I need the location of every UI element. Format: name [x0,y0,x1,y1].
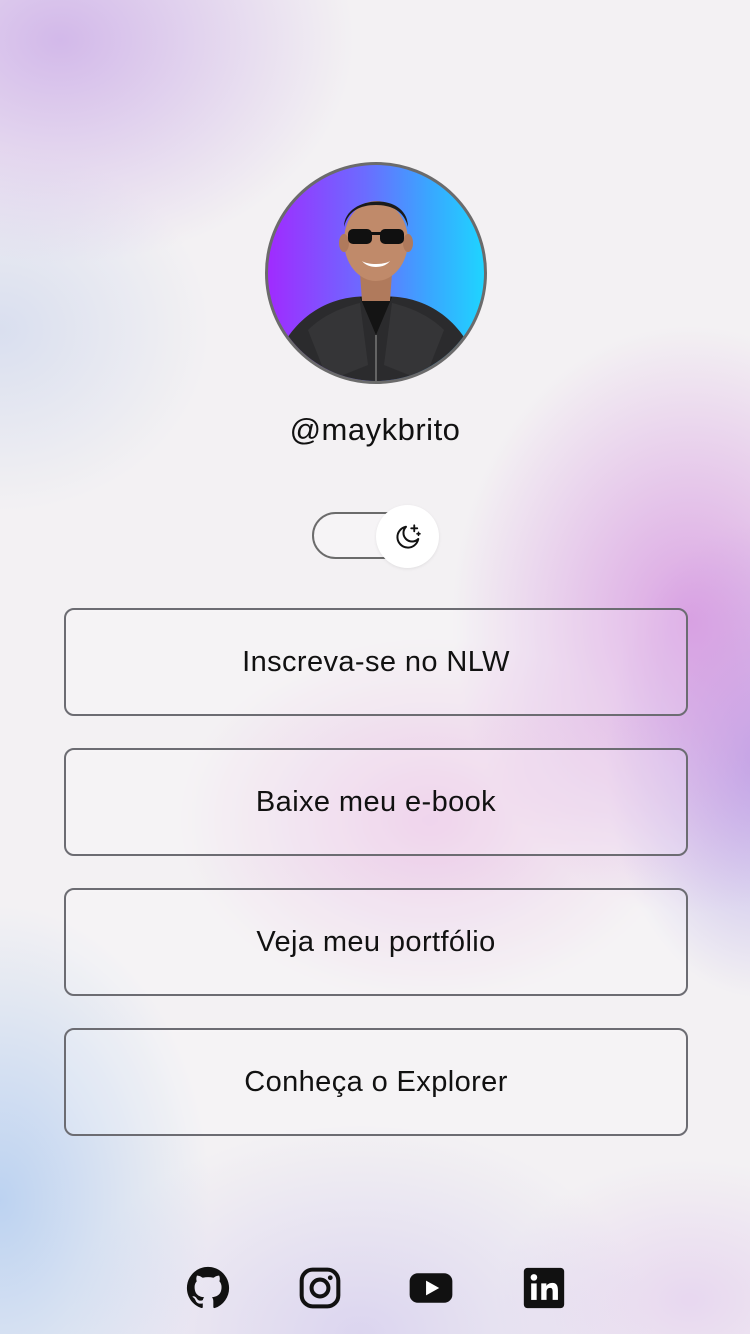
profile-photo [278,201,474,381]
link-button-portfolio[interactable]: Veja meu portfólio [64,888,688,996]
avatar [265,162,487,384]
youtube-link[interactable] [408,1265,454,1311]
social-links [0,1265,750,1311]
instagram-link[interactable] [297,1265,343,1311]
profile-page: @maykbrito Inscreva-se no NLW Baixe meu … [0,0,750,1334]
link-button-nlw[interactable]: Inscreva-se no NLW [64,608,688,716]
github-icon [186,1266,230,1309]
linkedin-icon [523,1267,565,1309]
links-list: Inscreva-se no NLW Baixe meu e-book Veja… [64,608,688,1168]
linkedin-link[interactable] [521,1265,567,1311]
youtube-icon [409,1273,453,1303]
github-link[interactable] [185,1265,231,1311]
instagram-icon [299,1267,341,1309]
username: @maykbrito [289,412,461,447]
theme-switch-knob[interactable] [376,505,439,568]
moon-stars-icon [395,523,421,549]
link-button-ebook[interactable]: Baixe meu e-book [64,748,688,856]
link-button-explorer[interactable]: Conheça o Explorer [64,1028,688,1136]
